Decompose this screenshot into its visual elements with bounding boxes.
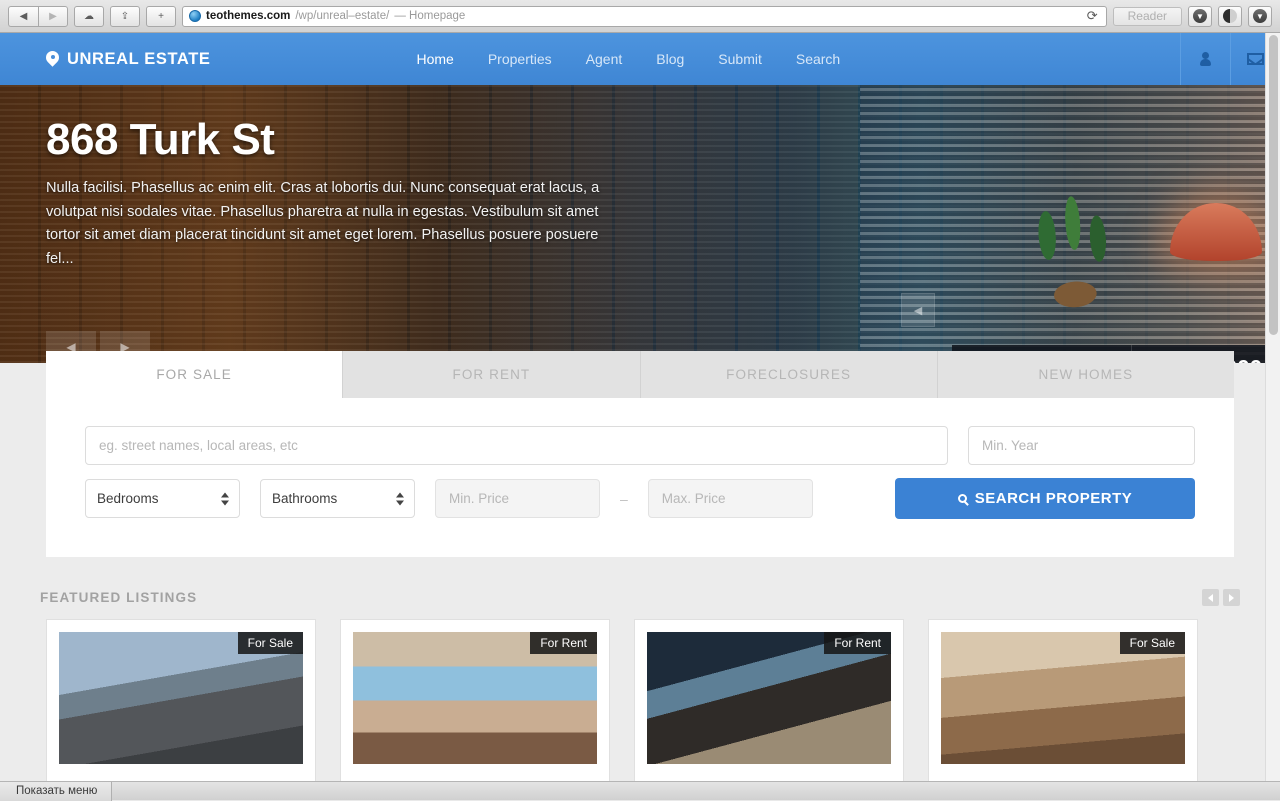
- logo-text: UNREAL ESTATE: [67, 50, 210, 69]
- status-badge: For Sale: [238, 632, 303, 654]
- site-header: UNREAL ESTATE Home Properties Agent Blog…: [0, 33, 1280, 85]
- account-button[interactable]: [1180, 33, 1230, 85]
- search-form: eg. street names, local areas, etc Min. …: [46, 398, 1234, 557]
- hero-content: 868 Turk St Nulla facilisi. Phasellus ac…: [0, 85, 620, 272]
- listing-card[interactable]: For Sale 4609 QUANTANA CT Las Vegas: [928, 619, 1198, 781]
- status-bar: Показать меню: [0, 781, 1280, 800]
- bathrooms-select[interactable]: Bathrooms: [260, 479, 415, 518]
- tab-foreclosures[interactable]: FORECLOSURES: [641, 351, 938, 398]
- search-row-primary: eg. street names, local areas, etc Min. …: [85, 426, 1195, 465]
- listing-info: 4609 QUANTANA CT Las Vegas: [929, 764, 1197, 781]
- cloud-icon[interactable]: ☁: [74, 6, 104, 27]
- user-icon: [1200, 52, 1211, 67]
- browser-toolbar: ◀ ▶ ☁ ⇪ + teothemes.com /wp/unreal–estat…: [0, 0, 1280, 33]
- search-property-button[interactable]: SEARCH PROPERTY: [895, 478, 1195, 519]
- search-row-filters: Bedrooms Bathrooms Min. Price – Max. Pri…: [85, 478, 1195, 519]
- chevron-left-icon: [1208, 594, 1213, 602]
- url-path: /wp/unreal–estate/: [295, 10, 389, 22]
- status-badge: For Rent: [824, 632, 891, 654]
- featured-listings-grid: For Sale 12726 W CHARTER OAK RD Phoenix …: [46, 619, 1198, 781]
- hero-float-arrow-icon[interactable]: ◀: [901, 293, 935, 327]
- status-badge: For Rent: [530, 632, 597, 654]
- featured-listings-title: FEATURED LISTINGS: [40, 590, 197, 605]
- forward-button[interactable]: ▶: [38, 6, 68, 27]
- map-pin-icon: [46, 51, 59, 68]
- extension-icon: [1223, 9, 1237, 23]
- nav-item-properties[interactable]: Properties: [488, 51, 552, 67]
- tab-for-sale[interactable]: FOR SALE: [46, 351, 343, 398]
- scrollbar-thumb[interactable]: [1269, 35, 1278, 335]
- listing-card[interactable]: For Sale 12726 W CHARTER OAK RD Phoenix: [46, 619, 316, 781]
- price-range-separator: –: [620, 491, 628, 507]
- listing-info: 3605 N KACHINA LN Phoenix: [635, 764, 903, 781]
- address-bar[interactable]: teothemes.com /wp/unreal–estate/ — Homep…: [182, 6, 1107, 27]
- listing-thumbnail: For Rent: [353, 632, 597, 764]
- search-button-label: SEARCH PROPERTY: [975, 490, 1133, 507]
- min-year-input[interactable]: Min. Year: [968, 426, 1195, 465]
- bathrooms-value: Bathrooms: [272, 491, 337, 506]
- new-tab-button[interactable]: +: [146, 6, 176, 27]
- hero-lamp-decoration: [1170, 203, 1262, 261]
- main-navigation: Home Properties Agent Blog Submit Search: [416, 51, 840, 67]
- listing-thumbnail: For Sale: [941, 632, 1185, 764]
- nav-item-home[interactable]: Home: [416, 51, 453, 67]
- pocket-icon: ▼: [1193, 9, 1207, 23]
- page-title-text: — Homepage: [394, 10, 465, 22]
- carousel-prev-button[interactable]: [1202, 589, 1219, 606]
- reload-icon[interactable]: ⟳: [1087, 8, 1100, 24]
- bedrooms-select[interactable]: Bedrooms: [85, 479, 240, 518]
- pocket-button[interactable]: ▼: [1188, 6, 1212, 27]
- search-tabs: FOR SALE FOR RENT FORECLOSURES NEW HOMES: [46, 351, 1234, 398]
- chevron-right-icon: [1229, 594, 1234, 602]
- hero-description: Nulla facilisi. Phasellus ac enim elit. …: [46, 177, 620, 272]
- status-badge: For Sale: [1120, 632, 1185, 654]
- page-viewport: UNREAL ESTATE Home Properties Agent Blog…: [0, 33, 1280, 781]
- keyword-input[interactable]: eg. street names, local areas, etc: [85, 426, 948, 465]
- share-icon[interactable]: ⇪: [110, 6, 140, 27]
- stepper-icon: [221, 492, 229, 505]
- hero-title: 868 Turk St: [46, 117, 620, 163]
- back-button[interactable]: ◀: [8, 6, 38, 27]
- listing-thumbnail: For Rent: [647, 632, 891, 764]
- min-price-input[interactable]: Min. Price: [435, 479, 600, 518]
- hero-plant-decoration: [1008, 177, 1137, 317]
- listing-card[interactable]: For Rent 3605 N KACHINA LN Phoenix: [634, 619, 904, 781]
- reader-button[interactable]: Reader: [1113, 7, 1182, 26]
- carousel-nav: [1202, 589, 1240, 606]
- max-price-input[interactable]: Max. Price: [648, 479, 813, 518]
- nav-item-agent[interactable]: Agent: [586, 51, 623, 67]
- bedrooms-value: Bedrooms: [97, 491, 159, 506]
- hero-slider: 868 Turk St Nulla facilisi. Phasellus ac…: [0, 85, 1280, 363]
- nav-button-group: ◀ ▶: [8, 6, 68, 27]
- listing-card[interactable]: For Rent 4330 N 57TH WAY Phoenix: [340, 619, 610, 781]
- tab-new-homes[interactable]: NEW HOMES: [938, 351, 1234, 398]
- download-icon: ▼: [1253, 9, 1267, 23]
- url-host: teothemes.com: [206, 10, 290, 22]
- nav-item-submit[interactable]: Submit: [718, 51, 762, 67]
- nav-item-search[interactable]: Search: [796, 51, 840, 67]
- envelope-icon: [1247, 53, 1264, 65]
- extension-button[interactable]: [1218, 6, 1242, 27]
- nav-item-blog[interactable]: Blog: [656, 51, 684, 67]
- site-logo[interactable]: UNREAL ESTATE: [0, 50, 210, 69]
- vertical-scrollbar[interactable]: [1265, 33, 1280, 781]
- carousel-next-button[interactable]: [1223, 589, 1240, 606]
- tab-for-rent[interactable]: FOR RENT: [343, 351, 640, 398]
- listing-info: 12726 W CHARTER OAK RD Phoenix: [47, 764, 315, 781]
- search-icon: [958, 494, 967, 503]
- listing-thumbnail: For Sale: [59, 632, 303, 764]
- show-menu-button[interactable]: Показать меню: [0, 782, 112, 801]
- featured-listings-header: FEATURED LISTINGS: [40, 589, 1240, 606]
- property-search-panel: FOR SALE FOR RENT FORECLOSURES NEW HOMES…: [46, 351, 1234, 557]
- downloads-button[interactable]: ▼: [1248, 6, 1272, 27]
- listing-info: 4330 N 57TH WAY Phoenix: [341, 764, 609, 781]
- favicon-icon: [189, 10, 201, 22]
- stepper-icon: [396, 492, 404, 505]
